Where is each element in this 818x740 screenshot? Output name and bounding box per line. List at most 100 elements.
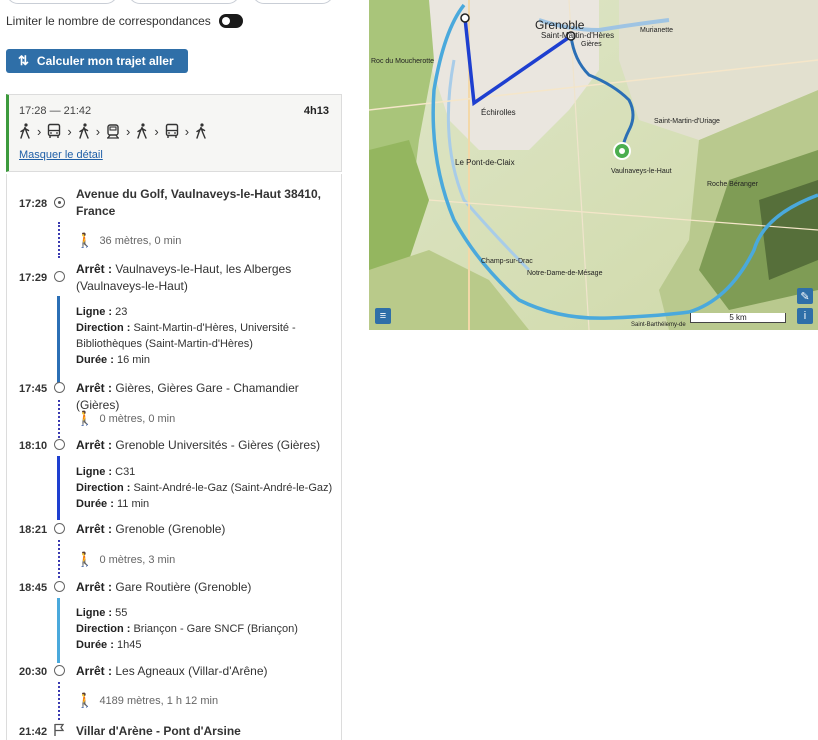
walk-icon	[196, 123, 206, 139]
departure-time: 17:28	[19, 198, 48, 210]
direction-label: Direction :	[76, 322, 131, 334]
bus-icon	[48, 123, 61, 138]
map-label-moucherotte: Roc du Moucherotte	[371, 58, 435, 65]
limit-connections-label: Limiter le nombre de correspondances	[6, 14, 211, 28]
stop-label: Arrêt :	[76, 381, 113, 395]
walk-segment-line	[58, 540, 60, 578]
stop-time: 17:45	[19, 383, 48, 395]
direction-label: Direction :	[76, 623, 131, 635]
stop-name: Les Agneaux (Villar-d'Arêne)	[115, 664, 268, 678]
walk-segment-4: 🚶 4189 mètres, 1 h 12 min	[76, 692, 218, 709]
map-label-saint-barth: Saint-Barthélemy-de	[631, 322, 686, 328]
direction-label: Direction :	[76, 482, 131, 494]
tram-icon	[107, 124, 120, 139]
duration-value: 16 min	[116, 354, 150, 366]
stop-time: 18:45	[19, 582, 48, 594]
stop-label: Arrêt :	[76, 438, 113, 452]
walk-segment-line	[58, 682, 60, 720]
line-label: Ligne :	[76, 306, 113, 318]
walk-segment-1: 🚶 36 mètres, 0 min	[76, 232, 181, 249]
walk-segment-2: 🚶 0 mètres, 0 min	[76, 410, 175, 427]
summary-duration: 4h13	[303, 105, 329, 117]
bus-leg-line	[57, 598, 60, 663]
mode-sequence: › › › › › ›	[19, 123, 207, 139]
calculate-route-button[interactable]: ⇅ Calculer mon trajet aller	[6, 49, 188, 73]
walk-icon: 🚶	[76, 692, 94, 708]
stop-time: 18:10	[19, 440, 48, 452]
arrival-address: Villar d'Arène - Pont d'Arsine	[76, 724, 241, 738]
flag-icon	[54, 723, 65, 736]
map-label-vaulnaveys: Vaulnaveys-le-Haut	[611, 168, 672, 175]
stop-5: Arrêt : Gare Routière (Grenoble)	[76, 579, 326, 596]
walk-segment-text: 36 mètres, 0 min	[99, 234, 182, 247]
walk-segment-line	[58, 400, 60, 438]
stop-label: Arrêt :	[76, 262, 113, 276]
duration-label: Durée :	[76, 498, 114, 510]
chevron-right-icon: ›	[37, 123, 42, 139]
map-label-gieres: Gières	[581, 41, 602, 48]
chevron-right-icon: ›	[184, 123, 190, 139]
duration-label: Durée :	[76, 354, 114, 366]
walk-segment-text: 0 mètres, 3 min	[99, 553, 176, 566]
top-option-pill-1[interactable]	[6, 0, 118, 4]
departure-pin-center	[619, 148, 625, 154]
walk-icon	[137, 123, 148, 139]
bus-leg-line	[57, 296, 60, 384]
bus-leg-line	[57, 456, 60, 520]
stop-marker	[54, 439, 65, 450]
stop-time: 20:30	[19, 666, 48, 678]
info-icon[interactable]: i	[797, 308, 813, 324]
bus-icon	[165, 123, 178, 138]
stop-name: Grenoble Universités - Gières (Gières)	[115, 438, 321, 452]
walk-icon	[20, 123, 30, 139]
map-canvas[interactable]	[369, 0, 818, 330]
arrival-time: 21:42	[19, 726, 48, 738]
pencil-icon[interactable]: ✎	[797, 288, 813, 304]
map-label-grenoble: Grenoble	[535, 18, 585, 32]
duration-value: 1h45	[116, 639, 142, 651]
stop-marker	[54, 523, 65, 534]
hide-detail-link[interactable]: Masquer le détail	[19, 149, 103, 161]
calculate-route-label: Calculer mon trajet aller	[36, 54, 174, 68]
departure-address: Avenue du Golf, Vaulnaveys-le-Haut 38410…	[76, 187, 321, 218]
stop-2: Arrêt : Gières, Gières Gare - Chamandier…	[76, 380, 341, 414]
stop-label: Arrêt :	[76, 522, 113, 536]
map-stop-marker[interactable]	[460, 13, 470, 23]
limit-connections-toggle[interactable]	[218, 14, 243, 28]
layers-icon[interactable]: ≡	[375, 308, 391, 324]
map-label-notre-dame: Notre-Dame-de-Mésage	[527, 270, 603, 277]
itinerary-detail-panel: 17:28 Avenue du Golf, Vaulnaveys-le-Haut…	[6, 174, 342, 740]
stop-time: 18:21	[19, 524, 48, 536]
line-label: Ligne :	[76, 607, 113, 619]
route-map[interactable]: Grenoble Saint-Martin-d'Hères Gières Mur…	[369, 0, 818, 330]
walk-segment-line	[58, 222, 60, 258]
map-label-pont-de-claix: Le Pont-de-Claix	[455, 158, 515, 167]
map-label-sm-uriage: Saint-Martin-d'Uriage	[654, 118, 720, 125]
map-label-echirolles: Échirolles	[481, 108, 516, 117]
itinerary-summary-card[interactable]: 17:28 — 21:42 4h13 › › › › › › Masquer l…	[6, 94, 342, 172]
summary-times: 17:28 — 21:42	[19, 105, 92, 117]
chevron-right-icon: ›	[126, 123, 131, 139]
limit-connections-row: Limiter le nombre de correspondances	[6, 14, 243, 28]
direction-value: Saint-André-le-Gaz (Saint-André-le-Gaz)	[133, 482, 333, 494]
stop-marker	[54, 665, 65, 676]
duration-value: 11 min	[116, 498, 150, 510]
stop-label: Arrêt :	[76, 664, 113, 678]
stop-label: Arrêt :	[76, 580, 113, 594]
stop-4: Arrêt : Grenoble (Grenoble)	[76, 521, 326, 538]
line-value: 55	[115, 607, 128, 619]
departure-pin-icon	[54, 197, 65, 208]
stop-marker	[54, 581, 65, 592]
walk-icon: 🚶	[76, 232, 94, 248]
top-option-pill-3[interactable]	[252, 0, 334, 4]
line-label: Ligne :	[76, 466, 113, 478]
walk-icon: 🚶	[76, 410, 94, 426]
top-option-pill-2[interactable]	[128, 0, 240, 4]
stop-3: Arrêt : Grenoble Universités - Gières (G…	[76, 437, 341, 454]
direction-value: Briançon - Gare SNCF (Briançon)	[133, 623, 298, 635]
walk-icon: 🚶	[76, 551, 94, 567]
stop-marker	[54, 271, 65, 282]
stop-name: Grenoble (Grenoble)	[115, 522, 226, 536]
leg-2-info: Ligne : C31 Direction : Saint-André-le-G…	[76, 464, 336, 512]
route-icon: ⇅	[18, 53, 29, 68]
